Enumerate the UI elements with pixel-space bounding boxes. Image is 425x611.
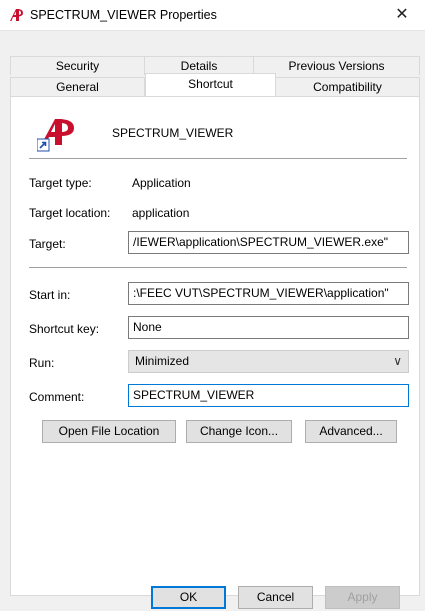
tab-compatibility[interactable]: Compatibility [276,77,420,96]
comment-input[interactable]: SPECTRUM_VIEWER [128,384,409,407]
divider [29,267,407,268]
cancel-button[interactable]: Cancel [238,586,313,609]
open-file-location-button[interactable]: Open File Location [42,420,176,443]
start-in-label: Start in: [29,288,71,302]
run-select-value: Minimized [135,354,190,368]
shortcut-panel: SPECTRUM_VIEWER Target type: Application… [10,96,420,596]
target-location-label: Target location: [29,206,111,220]
tab-row-bottom: General Shortcut Compatibility [10,73,420,96]
target-type-label: Target type: [29,176,92,190]
title-bar: SPECTRUM_VIEWER Properties ✕ [0,0,425,31]
run-select[interactable]: Minimized ∨ [128,350,409,373]
chevron-down-icon: ∨ [393,354,402,368]
app-name: SPECTRUM_VIEWER [112,126,234,140]
tab-general[interactable]: General [10,77,145,96]
target-location-value: application [132,206,190,220]
target-type-value: Application [132,176,191,190]
shortcut-app-icon [37,119,74,152]
window-title: SPECTRUM_VIEWER Properties [30,8,217,22]
target-input[interactable]: /IEWER\application\SPECTRUM_VIEWER.exe" [128,231,409,254]
target-input-text: /IEWER\application\SPECTRUM_VIEWER.exe" [133,235,388,249]
close-button[interactable]: ✕ [379,0,425,30]
shortcut-key-input[interactable]: None [128,316,409,339]
change-icon-button[interactable]: Change Icon... [186,420,292,443]
tab-security[interactable]: Security [10,56,145,75]
comment-label: Comment: [29,390,85,404]
start-in-input[interactable]: :\FEEC VUT\SPECTRUM_VIEWER\application" [128,282,409,305]
advanced-button[interactable]: Advanced... [305,420,397,443]
target-label: Target: [29,237,66,251]
close-icon: ✕ [395,6,409,23]
ok-button[interactable]: OK [151,586,226,609]
divider [29,158,407,159]
run-label: Run: [29,356,55,370]
start-in-input-text: :\FEEC VUT\SPECTRUM_VIEWER\application" [133,286,389,300]
app-logo-icon [10,9,23,21]
apply-button[interactable]: Apply [325,586,400,609]
tab-previous-versions[interactable]: Previous Versions [254,56,420,75]
tab-shortcut[interactable]: Shortcut [145,73,276,96]
shortcut-key-label: Shortcut key: [29,322,100,336]
